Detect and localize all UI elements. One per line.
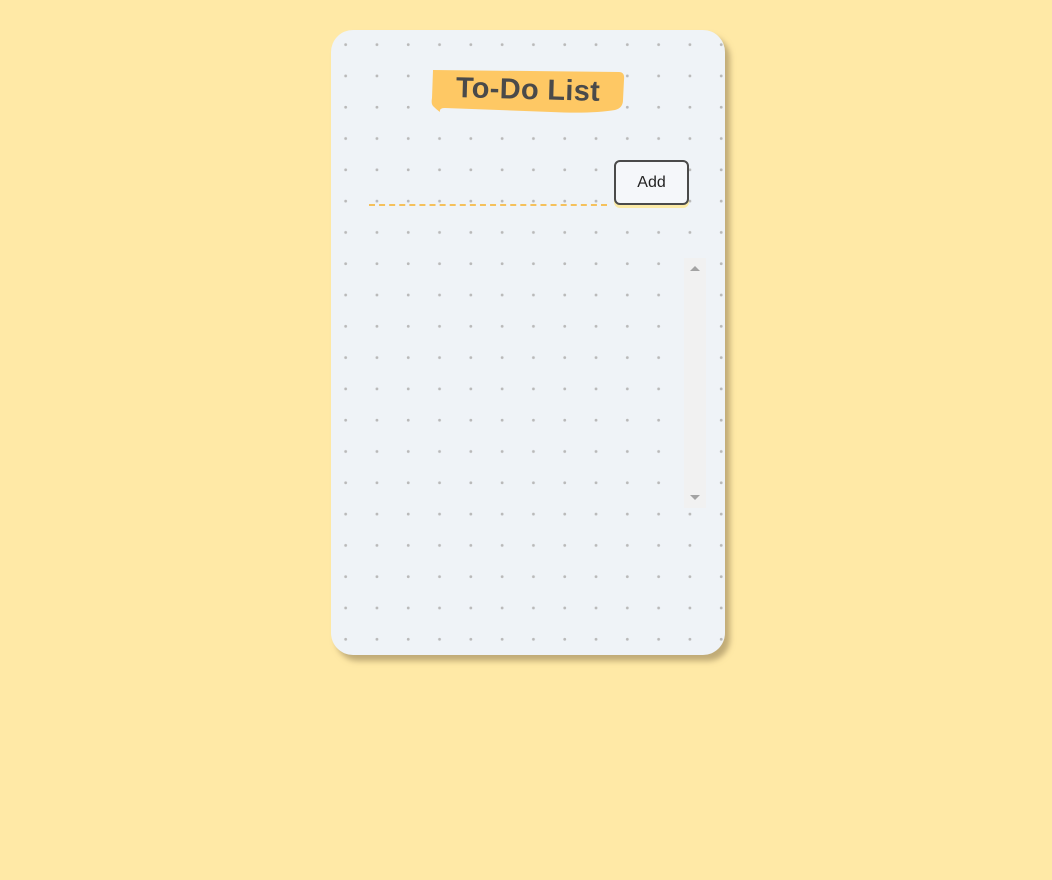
task-input[interactable] (369, 168, 607, 206)
page-title: To-Do List (455, 72, 601, 108)
add-task-form: Add (369, 160, 689, 210)
scroll-down-arrow-icon[interactable] (690, 495, 700, 500)
add-button[interactable]: Add (614, 160, 689, 205)
title-banner: To-Do List (431, 68, 625, 114)
scroll-up-arrow-icon[interactable] (690, 266, 700, 271)
todo-card: To-Do List Add (331, 30, 725, 655)
task-list-scrollbar[interactable] (684, 258, 706, 508)
task-list[interactable] (369, 258, 706, 508)
